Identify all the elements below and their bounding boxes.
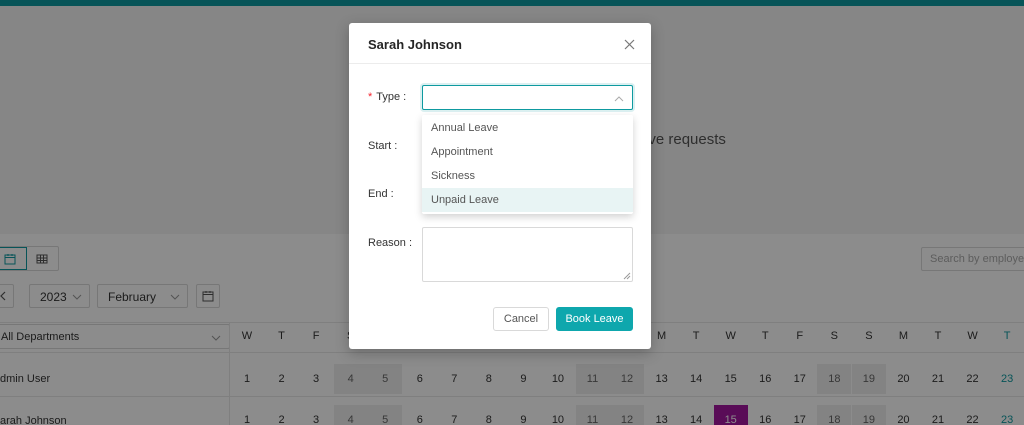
type-option-sickness[interactable]: Sickness (422, 164, 633, 188)
type-option-annual-leave[interactable]: Annual Leave (422, 116, 633, 140)
close-icon (624, 39, 634, 49)
resize-grip-icon[interactable] (623, 272, 631, 280)
cancel-button[interactable]: Cancel (493, 307, 549, 331)
chevron-up-icon (614, 96, 624, 102)
book-leave-button[interactable]: Book Leave (556, 307, 633, 331)
book-leave-dialog: Sarah Johnson * Type : Start : End : Reas… (349, 23, 651, 349)
type-option-appointment[interactable]: Appointment (422, 140, 633, 164)
close-button[interactable] (621, 36, 637, 52)
dialog-header: Sarah Johnson (349, 23, 651, 64)
leave-type-dropdown: Annual Leave Appointment Sickness Unpaid… (422, 115, 633, 214)
reason-label: Reason : (368, 237, 413, 249)
required-mark: * (368, 91, 373, 103)
type-option-unpaid-leave[interactable]: Unpaid Leave (422, 188, 633, 212)
leave-type-select[interactable] (422, 85, 633, 110)
dialog-title: Sarah Johnson (368, 37, 462, 52)
type-label: * Type : (368, 91, 406, 103)
end-label: End : (368, 188, 394, 200)
reason-textarea[interactable] (422, 227, 633, 282)
start-label: Start : (368, 140, 398, 152)
type-label-text: Type : (376, 91, 407, 103)
